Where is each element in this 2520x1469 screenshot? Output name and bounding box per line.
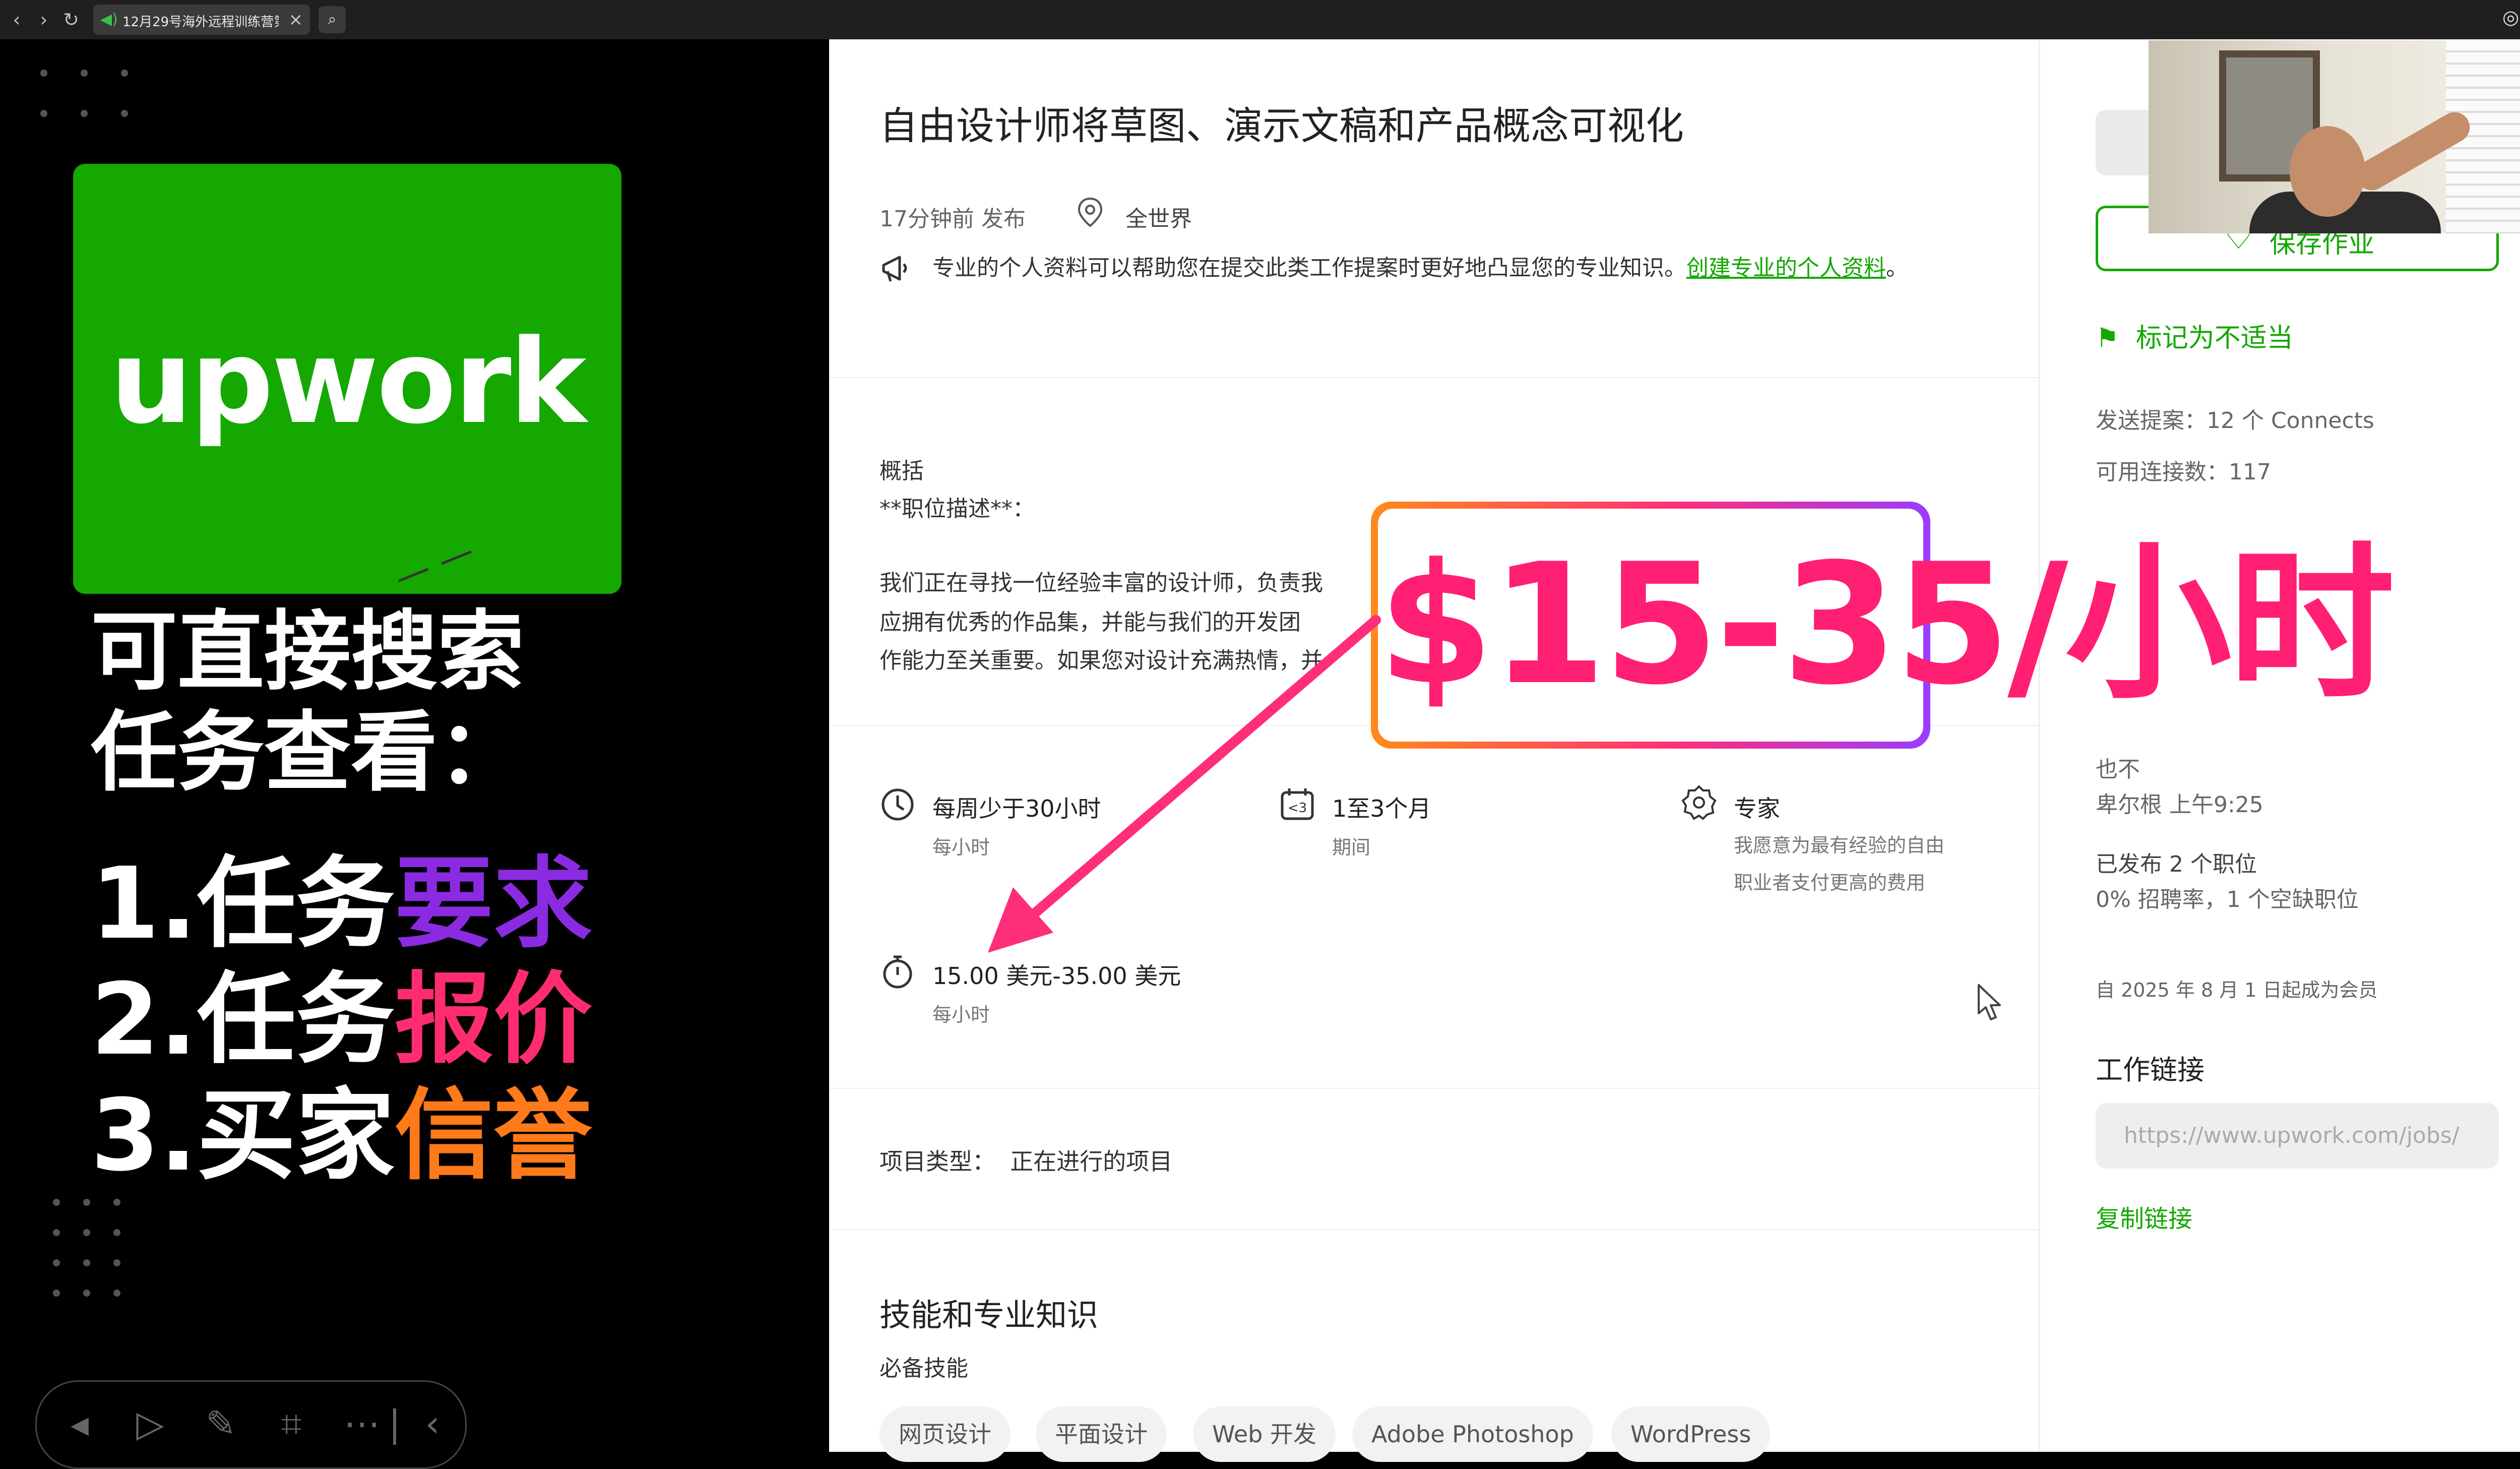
- play-icon[interactable]: ▷: [128, 1401, 173, 1446]
- skills-subheading: 必备技能: [879, 1356, 968, 1381]
- level-sub: 我愿意为最有经验的自由职业者支付更高的费用: [1734, 834, 1945, 894]
- reload-icon[interactable]: ↻: [58, 7, 84, 32]
- project-type-value: 正在进行的项目: [1010, 1148, 1173, 1175]
- list-item-requirements: 1.任务要求: [91, 848, 592, 959]
- job-sidebar: ♡ 保存作业 ⚑ 标记为不适当 发送提案：12 个 Connects 可用连接数…: [2039, 39, 2520, 1452]
- list-item-highlight: 信誉: [394, 1078, 592, 1193]
- annotation-arrow-icon: [988, 615, 1381, 953]
- location-text: 全世界: [1125, 206, 1192, 232]
- location-pin-icon: [1078, 197, 1103, 227]
- back-icon[interactable]: ◂: [57, 1401, 102, 1446]
- webcam-video: [2149, 40, 2520, 233]
- client-location-time: 卑尔根 上午9:25: [2096, 792, 2263, 818]
- presentation-panel: upwork — — 可直接搜索 任务查看： 1.任务要求 2.任务报价 3.买…: [0, 39, 827, 1469]
- toolbar-divider: |: [388, 1402, 401, 1445]
- job-link-heading: 工作链接: [2096, 1054, 2204, 1086]
- clock-icon: [881, 788, 914, 821]
- mouse-cursor-icon: [1978, 984, 2001, 1020]
- list-item-prefix: 3.买家: [91, 1078, 395, 1193]
- logo-text: upwork: [110, 315, 586, 450]
- heading-line-2: 任务查看：: [91, 702, 524, 803]
- rate-sub: 每小时: [932, 1004, 990, 1026]
- list-item-prefix: 1.任务: [91, 846, 395, 961]
- description-line: 我们正在寻找一位经验丰富的设计师，负责我: [879, 570, 1323, 596]
- close-icon[interactable]: ×: [289, 10, 303, 30]
- flag-inappropriate-link[interactable]: ⚑ 标记为不适当: [2096, 317, 2293, 354]
- price-callout-inner: $15-35/小时: [1378, 509, 2395, 742]
- posted-time: 17分钟前 发布: [879, 206, 1026, 232]
- list-item-prefix: 2.任务: [91, 962, 395, 1077]
- back-icon[interactable]: ‹: [4, 7, 29, 32]
- divider: [829, 377, 2039, 378]
- job-title: 自由设计师将草图、演示文稿和产品概念可视化: [879, 103, 1684, 148]
- list-item-pricing: 2.任务报价: [91, 964, 592, 1075]
- client-hire-rate: 0% 招聘率，1 个空缺职位: [2096, 887, 2359, 912]
- project-type-label: 项目类型：: [879, 1148, 995, 1175]
- skill-chip[interactable]: WordPress: [1611, 1406, 1771, 1462]
- divider: [829, 1088, 2039, 1089]
- create-profile-link[interactable]: 创建专业的个人资料: [1686, 255, 1886, 281]
- copy-link-button[interactable]: 复制链接: [2096, 1199, 2192, 1234]
- flag-label: 标记为不适当: [2135, 323, 2293, 353]
- heading-line-1: 可直接搜索: [91, 601, 524, 702]
- skill-chip[interactable]: 平面设计: [1036, 1406, 1167, 1462]
- browser-toolbar: ‹ › ↻ ◀) 12月29号海外远程训练营第一 × ⌕ ◎ ⋯: [0, 0, 2520, 39]
- more-icon[interactable]: ⋯: [339, 1401, 385, 1446]
- price-callout: $15-35/小时: [1371, 502, 2395, 749]
- megaphone-icon: [882, 256, 907, 282]
- project-type: 项目类型： 正在进行的项目: [879, 1143, 1172, 1177]
- list-item-highlight: 报价: [394, 962, 592, 1077]
- connects-required: 发送提案：12 个 Connects: [2096, 408, 2374, 434]
- upwork-logo: upwork: [73, 164, 621, 594]
- globe-icon[interactable]: ◎: [2502, 6, 2519, 28]
- forward-icon[interactable]: ›: [31, 7, 56, 32]
- collapse-icon[interactable]: ‹: [410, 1401, 455, 1446]
- member-since: 自 2025 年 8 月 1 日起成为会员: [2096, 979, 2378, 1001]
- connects-available: 可用连接数：117: [2096, 459, 2271, 485]
- job-link-input[interactable]: https://www.upwork.com/jobs/: [2096, 1103, 2499, 1169]
- client-country: 也不: [2096, 757, 2140, 782]
- browser-tab[interactable]: ◀) 12月29号海外远程训练营第一 ×: [93, 5, 310, 35]
- tab-search-icon[interactable]: ⌕: [319, 6, 346, 33]
- description-header: **职位描述**：: [879, 496, 1035, 522]
- pen-icon[interactable]: ✎: [198, 1401, 243, 1446]
- list-item-reputation: 3.买家信誉: [91, 1080, 592, 1191]
- skills-heading: 技能和专业知识: [879, 1297, 1099, 1333]
- timer-icon: [883, 955, 912, 989]
- tab-title: 12月29号海外远程训练营第一: [122, 15, 279, 30]
- level-title: 专家: [1734, 795, 1780, 822]
- price-callout-text: $15-35/小时: [1378, 528, 2395, 721]
- list-item-highlight: 要求: [394, 846, 592, 961]
- promo-text: 专业的个人资料可以帮助您在提交此类工作提案时更好地凸显您的专业知识。: [932, 255, 1686, 281]
- flag-icon: ⚑: [2096, 323, 2119, 353]
- client-jobs-posted: 已发布 2 个职位: [2096, 851, 2257, 877]
- profile-promo: 专业的个人资料可以帮助您在提交此类工作提案时更好地凸显您的专业知识。创建专业的个…: [932, 250, 1940, 286]
- audio-icon[interactable]: ◀): [100, 11, 118, 28]
- summary-label: 概括: [879, 458, 924, 484]
- promo-end: 。: [1886, 255, 1908, 281]
- presentation-toolbar: ◂ ▷ ✎ ⌗ ⋯ | ‹: [35, 1380, 467, 1469]
- divider: [829, 1229, 2039, 1230]
- skill-chip[interactable]: 网页设计: [879, 1406, 1011, 1462]
- expert-badge-icon: [1681, 785, 1717, 820]
- screenshot-icon[interactable]: ⌗: [269, 1401, 314, 1446]
- presenter-head: [2290, 126, 2365, 217]
- skill-chip[interactable]: Adobe Photoshop: [1352, 1406, 1593, 1462]
- skill-chip[interactable]: Web 开发: [1193, 1406, 1336, 1462]
